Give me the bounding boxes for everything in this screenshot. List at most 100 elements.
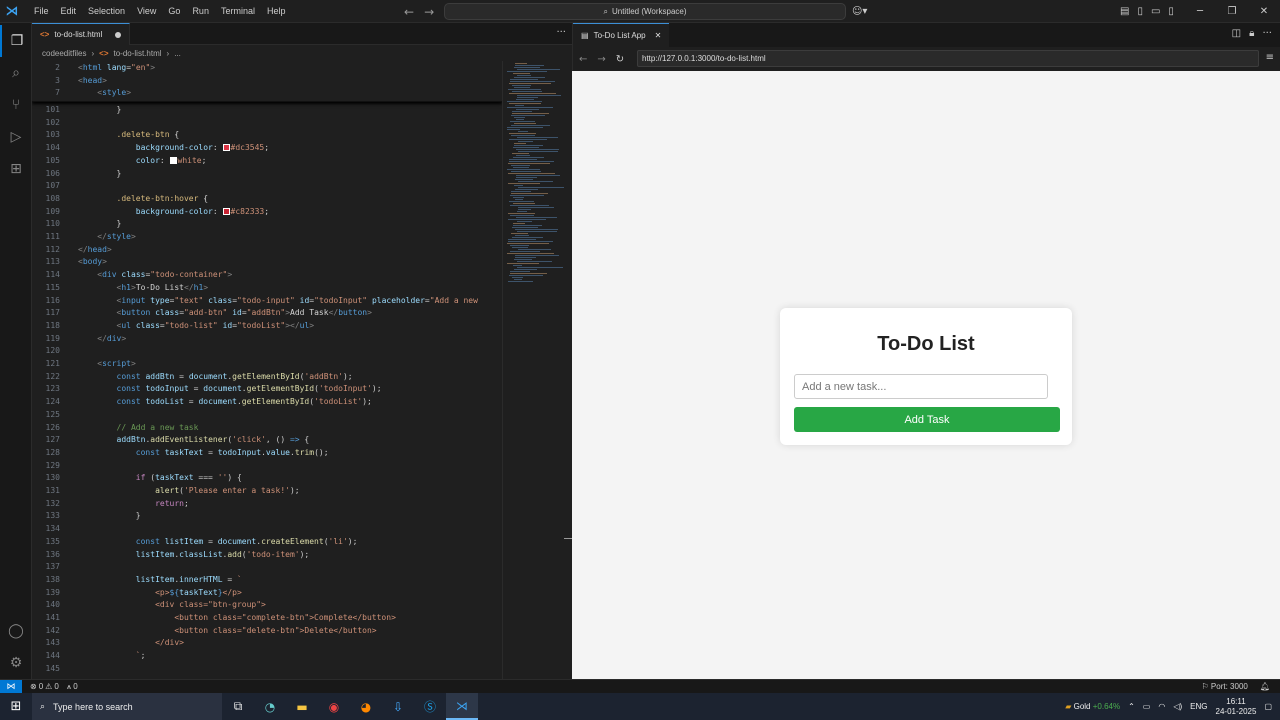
market-widget[interactable]: ▰ Gold +0.64% bbox=[1065, 702, 1120, 711]
network-icon[interactable]: ◠ bbox=[1158, 702, 1165, 711]
code-line[interactable]: 101 } bbox=[32, 104, 502, 117]
menu-selection[interactable]: Selection bbox=[82, 0, 131, 23]
tab-to-do-list-html[interactable]: <> to-do-list.html bbox=[32, 23, 130, 45]
live-server-port[interactable]: ⚐ Port: 3000 bbox=[1202, 682, 1248, 691]
code-line[interactable]: 131 alert('Please enter a task!'); bbox=[32, 485, 502, 498]
battery-icon[interactable]: ▭ bbox=[1143, 702, 1151, 711]
speaker-icon[interactable]: ◁) bbox=[1173, 702, 1182, 711]
add-task-button[interactable]: Add Task bbox=[794, 407, 1060, 432]
close-icon[interactable]: ✕ bbox=[655, 31, 662, 40]
code-line[interactable]: 120 bbox=[32, 345, 502, 358]
minimap[interactable] bbox=[502, 61, 564, 679]
minimize-icon[interactable]: ─ bbox=[1184, 6, 1216, 17]
problems-status[interactable]: ⊗ 0 ⚠ 0 bbox=[30, 682, 59, 691]
code-line[interactable]: 109 background-color: #c82333; bbox=[32, 206, 502, 219]
toggle-panel-icon[interactable]: ▭ bbox=[1151, 6, 1160, 17]
code-line[interactable]: 115 <h1>To-Do List</h1> bbox=[32, 282, 502, 295]
code-line[interactable]: 111 </style> bbox=[32, 231, 502, 244]
code-line[interactable]: 125 bbox=[32, 409, 502, 422]
code-line[interactable]: 139 <p>${taskText}</p> bbox=[32, 587, 502, 600]
code-line[interactable]: 128 const taskText = todoInput.value.tri… bbox=[32, 447, 502, 460]
menu-view[interactable]: View bbox=[131, 0, 162, 23]
code-line[interactable]: 102 bbox=[32, 117, 502, 130]
copilot-app-icon[interactable]: ◔ bbox=[254, 693, 286, 720]
code-line[interactable]: 112 </head> bbox=[32, 244, 502, 257]
code-line[interactable]: 144 `; bbox=[32, 650, 502, 663]
code-line[interactable]: 132 return; bbox=[32, 498, 502, 511]
sticky-code-line[interactable]: 2 <html lang="en"> bbox=[32, 62, 502, 75]
url-input[interactable]: http://127.0.0.1:3000/to-do-list.html bbox=[637, 50, 1259, 67]
breadcrumb-symbol[interactable]: ... bbox=[174, 49, 181, 58]
sticky-code-line[interactable]: 3 <head> bbox=[32, 75, 502, 88]
maximize-icon[interactable]: ❐ bbox=[1216, 6, 1248, 17]
code-line[interactable]: 136 listItem.classList.add('todo-item'); bbox=[32, 549, 502, 562]
code-line[interactable]: 143 </div> bbox=[32, 637, 502, 650]
code-line[interactable]: 129 bbox=[32, 460, 502, 473]
notifications-bell-icon[interactable]: 🔔︎ bbox=[1260, 682, 1270, 691]
back-arrow-icon[interactable]: ← bbox=[579, 54, 587, 65]
code-line[interactable]: 140 <div class="btn-group"> bbox=[32, 599, 502, 612]
code-line[interactable]: 138 listItem.innerHTML = ` bbox=[32, 574, 502, 587]
code-line[interactable]: 103 .delete-btn { bbox=[32, 129, 502, 142]
search-icon[interactable]: ⌕ bbox=[0, 57, 32, 89]
code-line[interactable]: 133 } bbox=[32, 510, 502, 523]
menu-icon[interactable]: ≡ bbox=[1266, 52, 1274, 63]
explorer-icon[interactable]: ❐ bbox=[0, 25, 32, 57]
remote-icon[interactable]: ⋈ bbox=[0, 679, 22, 694]
account-icon[interactable]: ◯ bbox=[0, 615, 32, 647]
code-line[interactable]: 104 background-color: #dc3545; bbox=[32, 142, 502, 155]
code-line[interactable]: 122 const addBtn = document.getElementBy… bbox=[32, 371, 502, 384]
menu-run[interactable]: Run bbox=[186, 0, 215, 23]
firefox-icon[interactable]: ◕ bbox=[350, 693, 382, 720]
code-line[interactable]: 127 addBtn.addEventListener('click', () … bbox=[32, 434, 502, 447]
chrome-icon[interactable]: ◉ bbox=[318, 693, 350, 720]
split-editor-icon[interactable]: ◫ bbox=[1232, 28, 1241, 39]
vscode-taskbar-icon[interactable]: ⋊ bbox=[446, 693, 478, 720]
menu-help[interactable]: Help bbox=[261, 0, 292, 23]
editor-scrollbar[interactable] bbox=[564, 61, 572, 679]
close-icon[interactable]: ✕ bbox=[1248, 6, 1280, 17]
customize-layout-icon[interactable]: ▤ bbox=[1120, 6, 1129, 17]
todo-input[interactable] bbox=[794, 374, 1048, 399]
more-actions-icon[interactable]: ··· bbox=[1262, 28, 1272, 39]
code-line[interactable]: 116 <input type="text" class="todo-input… bbox=[32, 295, 502, 308]
forward-arrow-icon[interactable]: → bbox=[424, 5, 434, 19]
toggle-sidebar-icon[interactable]: ▯ bbox=[1137, 6, 1143, 17]
menu-file[interactable]: File bbox=[28, 0, 55, 23]
reload-icon[interactable]: ↻ bbox=[616, 54, 624, 65]
code-line[interactable]: 137 bbox=[32, 561, 502, 574]
menu-go[interactable]: Go bbox=[162, 0, 186, 23]
code-line[interactable]: 121 <script> bbox=[32, 358, 502, 371]
language-indicator[interactable]: ENG bbox=[1190, 702, 1207, 711]
file-explorer-icon[interactable]: ▬ bbox=[286, 693, 318, 720]
code-line[interactable]: 117 <button class="add-btn" id="addBtn">… bbox=[32, 307, 502, 320]
code-line[interactable]: 114 <div class="todo-container"> bbox=[32, 269, 502, 282]
notification-center-icon[interactable]: ▢ bbox=[1264, 702, 1272, 711]
menu-edit[interactable]: Edit bbox=[55, 0, 83, 23]
settings-gear-icon[interactable]: ⚙ bbox=[0, 647, 32, 679]
code-line[interactable]: 106 } bbox=[32, 168, 502, 181]
tab-to-do-list-app[interactable]: ▤ To-Do List App ✕ bbox=[573, 23, 669, 47]
code-line[interactable]: 119 </div> bbox=[32, 333, 502, 346]
command-center[interactable]: ⌕ Untitled (Workspace) bbox=[444, 3, 846, 20]
code-line[interactable]: 141 <button class="complete-btn">Complet… bbox=[32, 612, 502, 625]
windows-start-icon[interactable]: ⊞ bbox=[0, 693, 32, 720]
menu-terminal[interactable]: Terminal bbox=[215, 0, 261, 23]
copilot-icon[interactable]: ☺▾ bbox=[852, 0, 867, 23]
breadcrumb-file[interactable]: to-do-list.html bbox=[114, 49, 162, 58]
installer-app-icon[interactable]: ⇩ bbox=[382, 693, 414, 720]
lock-icon[interactable]: 🔒︎ bbox=[1249, 28, 1254, 39]
code-line[interactable]: 135 const listItem = document.createElem… bbox=[32, 536, 502, 549]
clock[interactable]: 16:11 24-01-2025 bbox=[1216, 697, 1257, 717]
code-line[interactable]: 105 color: white; bbox=[32, 155, 502, 168]
code-line[interactable]: 123 const todoInput = document.getElemen… bbox=[32, 383, 502, 396]
sticky-scroll-header[interactable]: 2 <html lang="en"> 3 <head> 7 <style> bbox=[32, 61, 502, 102]
task-view-icon[interactable]: ⧉ bbox=[222, 693, 254, 720]
code-line[interactable]: 134 bbox=[32, 523, 502, 536]
breadcrumb-folder[interactable]: codeeditfiles bbox=[42, 49, 86, 58]
sticky-code-line[interactable]: 7 <style> bbox=[32, 87, 502, 100]
back-arrow-icon[interactable]: ← bbox=[404, 5, 414, 19]
source-control-icon[interactable]: ⑂ bbox=[0, 89, 32, 121]
code-line[interactable]: 126 // Add a new task bbox=[32, 422, 502, 435]
code-line[interactable]: 142 <button class="delete-btn">Delete</b… bbox=[32, 625, 502, 638]
